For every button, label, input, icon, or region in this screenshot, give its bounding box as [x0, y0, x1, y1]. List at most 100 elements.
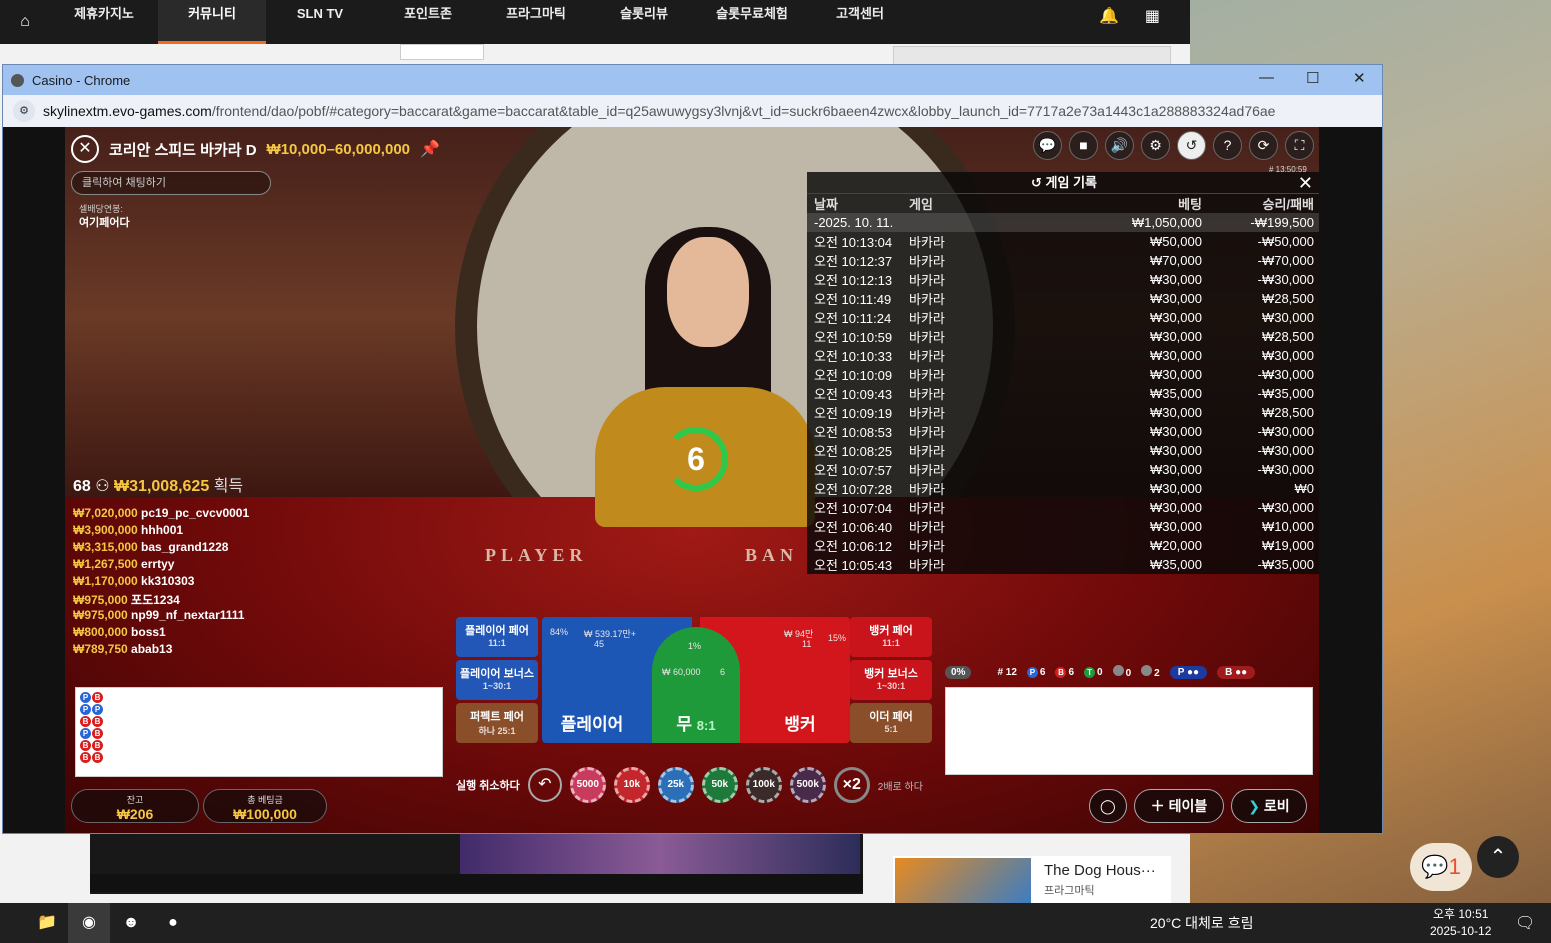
history-row[interactable]: 오전 10:11:24 바카라 ₩30,000 ₩30,000: [807, 308, 1319, 327]
promo-card[interactable]: The Dog Hous··· 프라그마틱: [893, 856, 1171, 906]
pin-icon[interactable]: 📌: [420, 139, 440, 159]
winner-name: errtyy: [137, 557, 175, 571]
countdown-timer: 6: [664, 427, 728, 491]
winners-total: 68 ⚇ ₩31,008,625 획득: [73, 472, 249, 496]
video-icon[interactable]: ■: [1069, 131, 1098, 160]
history-row[interactable]: 오전 10:13:04 바카라 ₩50,000 -₩50,000: [807, 232, 1319, 251]
history-row[interactable]: 오전 10:10:59 바카라 ₩30,000 ₩28,500: [807, 327, 1319, 346]
volume-icon[interactable]: 🔊: [1105, 131, 1134, 160]
bead-banker: B: [92, 716, 103, 727]
refresh-icon[interactable]: ⟳: [1249, 131, 1278, 160]
history-summary-row[interactable]: -2025. 10. 11. ₩1,050,000 -₩199,500: [807, 213, 1319, 232]
help-icon[interactable]: ?: [1213, 131, 1242, 160]
history-game: 바카라: [909, 482, 945, 497]
chat-icon[interactable]: 💬: [1033, 131, 1062, 160]
lobby-button[interactable]: ❯ 로비: [1231, 789, 1307, 823]
history-row[interactable]: 오전 10:11:49 바카라 ₩30,000 ₩28,500: [807, 289, 1319, 308]
player-bonus-odds: 1~30:1: [482, 681, 512, 691]
weather-widget[interactable]: 20°C 대체로 흐림: [1150, 913, 1253, 933]
grid-icon[interactable]: ▦: [1145, 6, 1160, 26]
big-road-grid: [945, 687, 1313, 775]
notification-icon[interactable]: 🗨: [1515, 913, 1535, 933]
perfect-pair-bet[interactable]: 퍼펙트 페어 하나 25:1: [456, 703, 538, 743]
history-time: 오전 10:10:33: [814, 349, 893, 364]
history-row[interactable]: 오전 10:07:28 바카라 ₩30,000 ₩0: [807, 479, 1319, 498]
chip-500k[interactable]: 500k: [789, 767, 826, 803]
game-toolbar: 💬 ■ 🔊 ⚙ ↺ ? ⟳ ⛶: [1033, 131, 1314, 160]
embedded-screenshot: [90, 834, 863, 894]
close-game-button[interactable]: ✕: [71, 135, 99, 163]
history-row[interactable]: 오전 10:10:09 바카라 ₩30,000 -₩30,000: [807, 365, 1319, 384]
history-row[interactable]: 오전 10:08:25 바카라 ₩30,000 -₩30,000: [807, 441, 1319, 460]
close-window-button[interactable]: ✕: [1353, 69, 1366, 87]
history-row[interactable]: 오전 10:06:40 바카라 ₩30,000 ₩10,000: [807, 517, 1319, 536]
history-result: ₩28,500: [1261, 329, 1314, 344]
address-bar[interactable]: ⚙ skylinextm.evo-games.com/frontend/dao/…: [3, 95, 1382, 127]
history-bet: ₩30,000: [1149, 481, 1202, 496]
floating-chat-button[interactable]: 💬1: [1410, 843, 1472, 891]
system-clock[interactable]: 오후 10:51 2025-10-12: [1430, 906, 1491, 940]
maximize-button[interactable]: ☐: [1306, 69, 1319, 87]
banker-predict-button[interactable]: B ●●: [1217, 665, 1256, 679]
chip-5000[interactable]: 5000: [569, 767, 606, 803]
history-time: 오전 10:07:04: [814, 501, 893, 516]
minimize-button[interactable]: —: [1259, 69, 1274, 86]
history-time: 오전 10:06:12: [814, 539, 893, 554]
discord-icon[interactable]: ☻: [110, 903, 152, 943]
history-row[interactable]: 오전 10:08:53 바카라 ₩30,000 -₩30,000: [807, 422, 1319, 441]
double-button[interactable]: ×2: [833, 767, 870, 803]
either-pair-bet[interactable]: 이더 페어 5:1: [850, 703, 932, 743]
history-row[interactable]: 오전 10:06:12 바카라 ₩20,000 ₩19,000: [807, 536, 1319, 555]
chip-25k[interactable]: 25k: [657, 767, 694, 803]
site-info-icon[interactable]: ⚙: [13, 100, 35, 122]
nav-item-2[interactable]: SLN TV: [266, 0, 374, 44]
nav-item-6[interactable]: 슬롯무료체험: [698, 0, 806, 44]
chip-50k[interactable]: 50k: [701, 767, 738, 803]
history-row[interactable]: 오전 10:07:04 바카라 ₩30,000 -₩30,000: [807, 498, 1319, 517]
history-row[interactable]: 오전 10:09:43 바카라 ₩35,000 -₩35,000: [807, 384, 1319, 403]
chat-toggle-button[interactable]: ◯: [1089, 789, 1127, 823]
banker-pair-wins: 2: [1141, 665, 1160, 679]
banker-wins: B6: [1055, 666, 1074, 678]
fullscreen-icon[interactable]: ⛶: [1285, 131, 1314, 160]
history-icon[interactable]: ↺: [1177, 131, 1206, 160]
bell-icon[interactable]: 🔔: [1099, 6, 1119, 26]
nav-item-3[interactable]: 포인트존: [374, 0, 482, 44]
chat-input[interactable]: 클릭하여 채팅하기: [71, 171, 271, 195]
history-row[interactable]: 오전 10:05:43 바카라 ₩35,000 -₩35,000: [807, 555, 1319, 574]
scroll-top-button[interactable]: ⌃: [1477, 836, 1519, 878]
history-result: -₩30,000: [1257, 424, 1314, 439]
chat-bubble-icon: 💬: [1421, 854, 1449, 879]
undo-button[interactable]: ↶: [527, 768, 562, 802]
history-row[interactable]: 오전 10:07:57 바카라 ₩30,000 -₩30,000: [807, 460, 1319, 479]
file-explorer-icon[interactable]: 📁: [26, 903, 68, 943]
gear-icon[interactable]: ⚙: [1141, 131, 1170, 160]
player-pair-bet[interactable]: 플레이어 페어 11:1: [456, 617, 538, 657]
history-row[interactable]: 오전 10:12:37 바카라 ₩70,000 -₩70,000: [807, 251, 1319, 270]
chip-10k[interactable]: 10k: [613, 767, 650, 803]
history-row[interactable]: 오전 10:12:13 바카라 ₩30,000 -₩30,000: [807, 270, 1319, 289]
table-button[interactable]: ＋ 테이블: [1133, 789, 1225, 823]
tie-count: 6: [720, 667, 726, 677]
player-pair-count: 0: [1125, 668, 1132, 679]
history-row[interactable]: 오전 10:10:33 바카라 ₩30,000 ₩30,000: [807, 346, 1319, 365]
player-wins: P6: [1026, 666, 1045, 678]
player-bonus-bet[interactable]: 플레이어 보너스 1~30:1: [456, 660, 538, 700]
nav-item-4[interactable]: 프라그마틱: [482, 0, 590, 44]
chrome-icon[interactable]: ◉: [68, 903, 110, 943]
nav-item-5[interactable]: 슬롯리뷰: [590, 0, 698, 44]
stats-pct[interactable]: 0%: [945, 665, 972, 679]
tie-bet-zone[interactable]: 1% ₩ 60,000 6 무 8:1: [652, 627, 740, 743]
banker-bonus-bet[interactable]: 뱅커 보너스 1~30:1: [850, 660, 932, 700]
nav-item-0[interactable]: 제휴카지노: [50, 0, 158, 44]
nav-item-1[interactable]: 커뮤니티: [158, 0, 266, 44]
chip-100k[interactable]: 100k: [745, 767, 782, 803]
player-predict-button[interactable]: P ●●: [1169, 665, 1208, 679]
lobby-arrow-icon: ❯: [1248, 798, 1264, 814]
home-icon[interactable]: ⌂: [0, 13, 50, 31]
app-icon[interactable]: ●: [152, 903, 194, 943]
history-row[interactable]: 오전 10:09:19 바카라 ₩30,000 ₩28,500: [807, 403, 1319, 422]
close-history-button[interactable]: ✕: [1298, 173, 1313, 194]
nav-item-7[interactable]: 고객센터: [806, 0, 914, 44]
banker-pair-bet[interactable]: 뱅커 페어 11:1: [850, 617, 932, 657]
